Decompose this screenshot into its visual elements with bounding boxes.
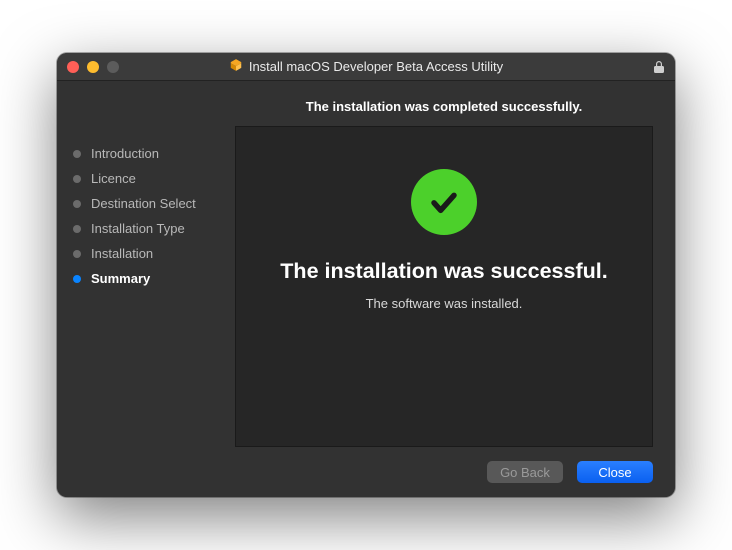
sidebar: Introduction Licence Destination Select … bbox=[57, 81, 235, 497]
step-licence: Licence bbox=[73, 166, 231, 191]
step-bullet-icon bbox=[73, 200, 81, 208]
step-bullet-icon bbox=[73, 250, 81, 258]
step-bullet-icon bbox=[73, 150, 81, 158]
main-area: The installation was completed successfu… bbox=[235, 81, 675, 497]
window-body: Introduction Licence Destination Select … bbox=[57, 81, 675, 497]
window-title: Install macOS Developer Beta Access Util… bbox=[249, 59, 503, 74]
step-label: Installation bbox=[91, 246, 153, 261]
step-label: Summary bbox=[91, 271, 150, 286]
step-bullet-icon bbox=[73, 275, 81, 283]
window-title-container: Install macOS Developer Beta Access Util… bbox=[57, 58, 675, 75]
go-back-button: Go Back bbox=[487, 461, 563, 483]
content-panel: The installation was successful. The sof… bbox=[235, 126, 653, 447]
minimize-window-button[interactable] bbox=[87, 61, 99, 73]
step-installation: Installation bbox=[73, 241, 231, 266]
button-row: Go Back Close bbox=[235, 447, 653, 483]
step-label: Destination Select bbox=[91, 196, 196, 211]
success-subtext: The software was installed. bbox=[366, 296, 523, 311]
success-checkmark-icon bbox=[411, 169, 477, 235]
traffic-lights bbox=[67, 61, 119, 73]
success-heading: The installation was successful. bbox=[280, 259, 607, 284]
step-label: Introduction bbox=[91, 146, 159, 161]
step-summary: Summary bbox=[73, 266, 231, 291]
close-button[interactable]: Close bbox=[577, 461, 653, 483]
step-list: Introduction Licence Destination Select … bbox=[73, 141, 231, 291]
step-bullet-icon bbox=[73, 225, 81, 233]
step-destination-select: Destination Select bbox=[73, 191, 231, 216]
maximize-window-button bbox=[107, 61, 119, 73]
step-installation-type: Installation Type bbox=[73, 216, 231, 241]
close-window-button[interactable] bbox=[67, 61, 79, 73]
step-label: Licence bbox=[91, 171, 136, 186]
step-label: Installation Type bbox=[91, 221, 185, 236]
page-header: The installation was completed successfu… bbox=[235, 99, 653, 114]
lock-icon[interactable] bbox=[653, 60, 665, 74]
installer-window: Install macOS Developer Beta Access Util… bbox=[57, 53, 675, 497]
step-introduction: Introduction bbox=[73, 141, 231, 166]
package-icon bbox=[229, 58, 243, 75]
step-bullet-icon bbox=[73, 175, 81, 183]
titlebar: Install macOS Developer Beta Access Util… bbox=[57, 53, 675, 81]
